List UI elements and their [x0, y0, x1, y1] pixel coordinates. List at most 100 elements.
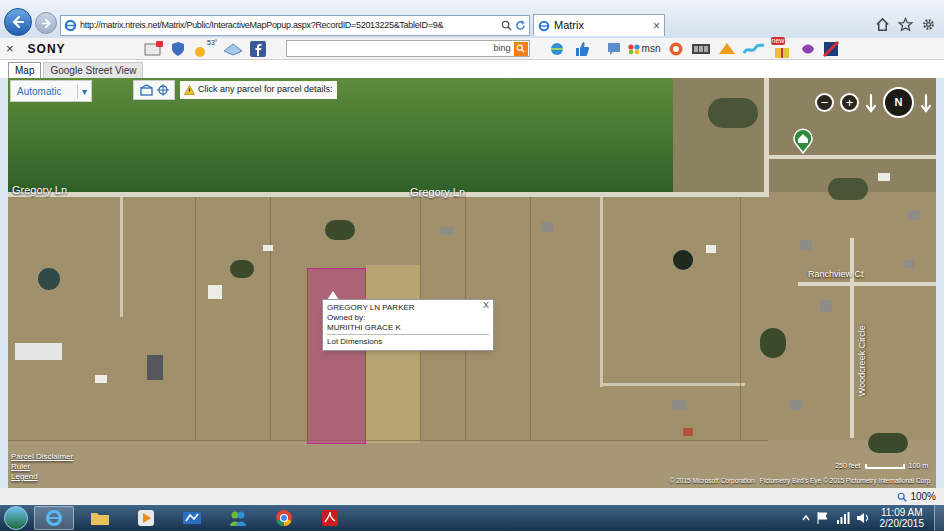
popup-close[interactable]: X: [483, 301, 489, 310]
building: [683, 428, 693, 436]
building: [904, 260, 914, 268]
map-style-value: Automatic: [11, 84, 77, 99]
shield-icon[interactable]: [170, 41, 186, 57]
rotate-left-icon[interactable]: [865, 93, 877, 113]
building: [541, 222, 553, 232]
zoom-icon[interactable]: [897, 492, 907, 502]
home-pin-icon[interactable]: [793, 128, 813, 154]
parcel-disclaimer-link[interactable]: Parcel Disclaimer: [11, 452, 73, 462]
video-icon[interactable]: [691, 41, 711, 57]
map-style-dropdown[interactable]: Automatic ▾: [10, 80, 92, 102]
flag-icon[interactable]: [823, 41, 839, 57]
map-tab-label[interactable]: Map: [15, 66, 34, 76]
zoom-level[interactable]: 100%: [910, 489, 936, 504]
map-tab-label[interactable]: Google Street View: [50, 66, 136, 76]
search-button[interactable]: [514, 42, 528, 56]
volume-icon[interactable]: [856, 511, 870, 525]
taskbar-app[interactable]: [218, 506, 258, 530]
building: [820, 300, 832, 312]
taskbar: 11:09 AM 2/20/2015: [0, 505, 944, 531]
ruler-link[interactable]: Ruler: [11, 462, 73, 472]
show-hidden-icon[interactable]: [802, 514, 810, 522]
mail-icon[interactable]: [222, 41, 244, 57]
chat-icon[interactable]: [606, 41, 622, 57]
clock[interactable]: 11:09 AM 2/20/2015: [876, 507, 929, 529]
taskbar-app[interactable]: [172, 506, 212, 530]
legend-link[interactable]: Legend: [11, 472, 73, 482]
building: [208, 285, 222, 299]
start-button[interactable]: [4, 506, 28, 530]
fence-line: [530, 197, 531, 440]
tree-cluster: [325, 220, 355, 240]
folder-icon: [90, 510, 110, 526]
like-icon[interactable]: [574, 41, 590, 57]
zoom-out-button[interactable]: −: [815, 93, 834, 112]
search-icon: [516, 44, 525, 53]
compass-button[interactable]: N: [883, 87, 914, 118]
map-canvas[interactable]: Gregory Ln Gregory Ln Ranchview Ct Woodc…: [8, 78, 936, 488]
search-field[interactable]: bing: [286, 40, 530, 57]
app-icon[interactable]: [799, 41, 817, 57]
road: [768, 155, 936, 159]
tree-cluster: [230, 260, 254, 278]
map-links: Parcel Disclaimer Ruler Legend: [11, 452, 73, 482]
globe-icon[interactable]: [546, 41, 568, 57]
building: [878, 173, 890, 181]
ie-page-icon: [64, 19, 77, 32]
wave-icon[interactable]: [743, 41, 765, 57]
lot-dimensions-link[interactable]: Lot Dimensions: [327, 337, 489, 347]
scale-imperial: 250 feet: [835, 461, 860, 470]
tree-cluster: [868, 433, 908, 453]
address-bar[interactable]: http://matrix.ntreis.net/Matrix/Public/I…: [60, 15, 530, 36]
scale-line: [865, 464, 905, 469]
fence-line: [740, 197, 741, 440]
map-tab[interactable]: Google Street View: [43, 62, 143, 78]
taskbar-app[interactable]: [310, 506, 350, 530]
tab-close[interactable]: ×: [653, 20, 660, 32]
toolbar-close[interactable]: ×: [6, 42, 14, 55]
road-label: Gregory Ln: [12, 182, 67, 199]
rotate-right-icon[interactable]: [920, 93, 932, 113]
forward-button[interactable]: [35, 12, 57, 34]
action-center-icon[interactable]: [816, 511, 830, 525]
chrome-icon: [275, 509, 293, 527]
building: [908, 210, 920, 220]
facebook-icon[interactable]: [250, 41, 266, 57]
weather-widget[interactable]: 53°: [192, 40, 212, 58]
tab-label[interactable]: Matrix: [554, 17, 649, 34]
tree-cluster: [760, 328, 786, 358]
map-tools: [133, 80, 175, 100]
star-icon[interactable]: [898, 17, 913, 32]
taskbar-app[interactable]: [34, 506, 74, 530]
road: [764, 78, 769, 196]
network-status-icon[interactable]: [836, 511, 850, 525]
taskbar-app[interactable]: [80, 506, 120, 530]
map-hint: Click any parcel for parcel details:: [180, 81, 337, 99]
birdseye-icon[interactable]: [140, 84, 153, 96]
back-button[interactable]: [4, 8, 32, 36]
road: [798, 282, 936, 286]
locate-icon[interactable]: [157, 84, 169, 96]
msn-link[interactable]: msn: [628, 41, 661, 56]
dropdown-arrow: ▾: [77, 84, 91, 99]
home-icon[interactable]: [875, 17, 890, 32]
address-text[interactable]: http://matrix.ntreis.net/Matrix/Public/I…: [80, 19, 498, 33]
gear-icon[interactable]: [921, 17, 936, 32]
taskbar-app[interactable]: [126, 506, 166, 530]
cloud-icon[interactable]: [717, 41, 737, 57]
games-icon[interactable]: [667, 41, 685, 57]
refresh-icon[interactable]: [515, 20, 526, 31]
tree-cluster: [708, 98, 758, 128]
credit-text: © 2015 Microsoft Corporation: [670, 477, 755, 485]
show-desktop-button[interactable]: [934, 505, 944, 531]
building: [147, 355, 163, 380]
browser-tab[interactable]: Matrix ×: [533, 14, 665, 36]
taskbar-app[interactable]: [264, 506, 304, 530]
search-icon[interactable]: [501, 20, 512, 31]
weather-temp: 53°: [207, 38, 218, 49]
pond: [673, 250, 693, 270]
zoom-in-button[interactable]: +: [840, 93, 859, 112]
news-icon[interactable]: [144, 41, 164, 57]
map-tab[interactable]: Map: [8, 62, 41, 78]
new-badge[interactable]: new: [771, 40, 793, 58]
